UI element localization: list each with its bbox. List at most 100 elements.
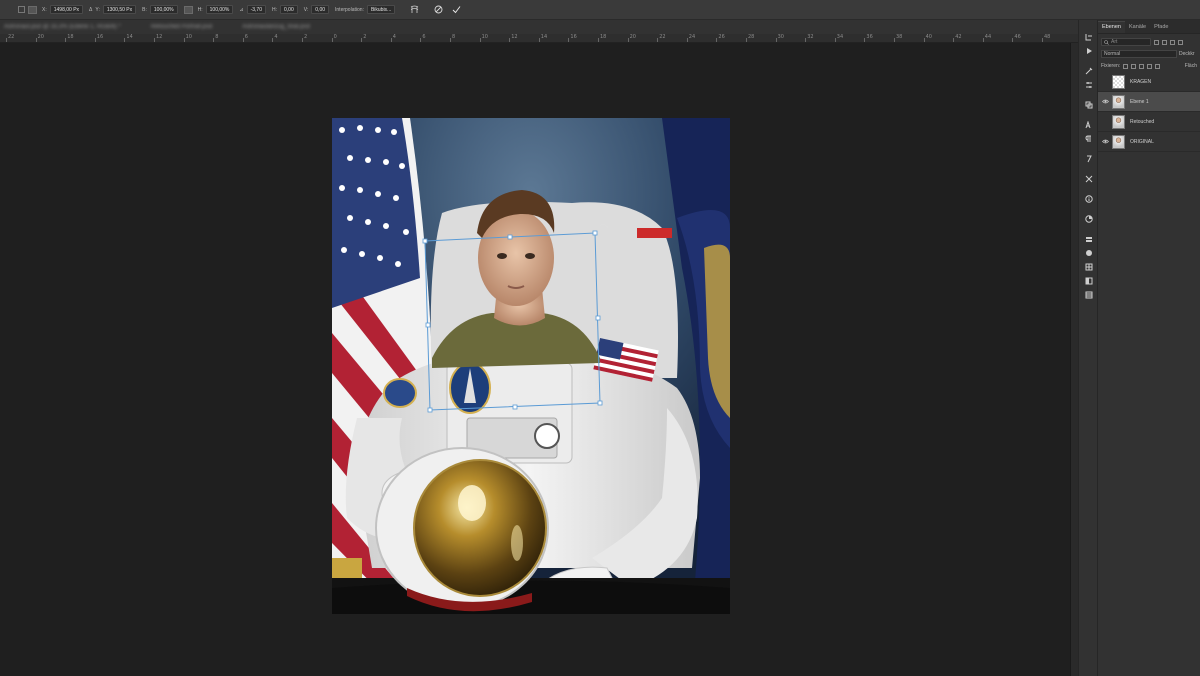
lock-artboard-icon[interactable] [1147, 63, 1153, 69]
hskew-input[interactable]: 0,00 [280, 5, 298, 14]
ruler-tick [894, 38, 895, 42]
ruler-tick-label: 22 [659, 34, 666, 40]
ruler-tick [479, 38, 481, 42]
filter-pixel-icon[interactable] [1154, 39, 1159, 45]
layer-name[interactable]: ORIGINAL [1130, 139, 1154, 145]
layer-thumbnail [1112, 114, 1125, 129]
width-input[interactable]: 100,00% [149, 5, 178, 14]
vskew-input[interactable]: 0,00 [311, 5, 330, 14]
visibility-eye-icon[interactable] [1098, 139, 1112, 144]
ruler-tick-label: 32 [807, 34, 814, 40]
ruler-tick-label: 14 [126, 34, 133, 40]
clone-source-icon[interactable] [1084, 100, 1094, 110]
patterns-icon[interactable] [1084, 262, 1094, 272]
adjustments-icon[interactable] [1084, 80, 1094, 90]
tab-layers[interactable]: Ebenen [1098, 21, 1125, 33]
document-canvas[interactable] [332, 118, 730, 614]
rotation-input[interactable]: -3,70 [246, 5, 266, 14]
swatches-icon[interactable] [1084, 248, 1094, 258]
info-icon[interactable] [1084, 194, 1094, 204]
filter-type-icon[interactable] [1170, 39, 1175, 45]
ruler-tick-label: 48 [1044, 34, 1051, 40]
ruler-tick-label: 34 [836, 34, 844, 40]
interpolation-select[interactable]: Bikubis... [366, 5, 396, 14]
document-tab[interactable]: Astronaut.psd @ 33,3% (Ebene 1, RGB/8) * [4, 24, 121, 30]
lock-all-icon[interactable] [1155, 63, 1161, 69]
layer-row[interactable]: KRAGEN [1098, 72, 1200, 92]
link-icon[interactable] [183, 5, 193, 14]
color-icon[interactable] [1084, 214, 1094, 224]
search-icon [1104, 39, 1109, 45]
y-input[interactable]: 1300,50 Px [102, 5, 137, 14]
ruler-tick-label: 8 [215, 34, 219, 40]
layer-row[interactable]: Retouched [1098, 112, 1200, 132]
ruler-tick-label: 36 [866, 34, 873, 40]
ruler-tick [686, 38, 688, 42]
ruler-tick [982, 38, 984, 42]
ruler-tick-label: 2 [363, 34, 367, 40]
cancel-icon[interactable] [433, 5, 443, 15]
document-tab[interactable]: Astronautanzug_final.psd [242, 24, 310, 30]
lock-label: Fixieren: [1101, 63, 1121, 69]
document-tab[interactable]: Retouched Portrait.psd [151, 24, 212, 30]
ruler-tick-label: 46 [1014, 34, 1021, 40]
ruler-tick-label: 24 [688, 34, 696, 40]
play-actions-icon[interactable] [1084, 46, 1094, 56]
ruler-tick-label: 2 [304, 34, 308, 40]
ruler-tick-label: 38 [896, 34, 903, 40]
reference-point-grid-icon[interactable] [28, 5, 37, 14]
layer-name[interactable]: KRAGEN [1130, 79, 1151, 85]
ruler-tick-label: 28 [748, 34, 755, 40]
ruler-tick-label: 18 [600, 34, 607, 40]
libraries-icon[interactable] [1084, 234, 1094, 244]
ruler-tick [627, 38, 629, 42]
visibility-eye-icon[interactable] [1098, 99, 1112, 104]
ruler-tick-label: 4 [392, 34, 396, 40]
vertical-scrollbar[interactable] [1070, 43, 1078, 676]
tab-channels[interactable]: Kanäle [1125, 24, 1150, 33]
character-icon[interactable] [1084, 120, 1094, 130]
history-icon[interactable] [1084, 32, 1094, 42]
blend-mode-select[interactable]: Normal [1101, 50, 1177, 58]
x-label: X: [42, 6, 47, 13]
height-input[interactable]: 100,00% [205, 5, 234, 14]
gradients-icon[interactable] [1084, 276, 1094, 286]
styles-icon[interactable] [1084, 290, 1094, 300]
layer-search[interactable]: Art [1101, 38, 1151, 46]
brush-settings-icon[interactable] [1084, 66, 1094, 76]
ruler-tick [598, 38, 599, 42]
ruler-tick-label: 30 [777, 34, 784, 40]
ruler-tick-label: 16 [570, 34, 577, 40]
ruler-tick-label: 42 [955, 34, 962, 40]
ruler-tick-label: 22 [8, 34, 15, 40]
x-input[interactable]: 1498,00 Px [49, 5, 84, 14]
lock-transparency-icon[interactable] [1123, 63, 1129, 69]
rotation: ⊿ -3,70 [239, 5, 266, 14]
warp-icon[interactable] [409, 5, 419, 15]
layer-name[interactable]: Retouched [1130, 119, 1154, 125]
lock-pixels-icon[interactable] [1131, 63, 1137, 69]
ruler-tick-label: 10 [481, 34, 488, 40]
ruler-tick [302, 38, 303, 42]
layer-row[interactable]: ORIGINAL [1098, 132, 1200, 152]
lock-position-icon[interactable] [1139, 63, 1145, 69]
tab-paths[interactable]: Pfade [1150, 24, 1172, 33]
ruler-tick-label: 16 [96, 34, 104, 40]
paragraph-icon[interactable] [1084, 134, 1094, 144]
glyphs-icon[interactable] [1084, 154, 1094, 164]
ruler-tick [213, 38, 215, 42]
horizontal-ruler[interactable]: 22 20 18 16 14 12 10 8 6 4 2 0 2 4 6 8 10 12 14 16 18 20 22 24 2… [0, 34, 1078, 43]
filter-adjust-icon[interactable] [1162, 39, 1167, 45]
checkmark-icon[interactable] [451, 5, 461, 15]
ruler-tick [183, 38, 185, 42]
layer-name[interactable]: Ebene 1 [1130, 99, 1149, 105]
layer-list: KRAGEN Ebene 1 Retouched ORIGINAL [1098, 72, 1200, 152]
ruler-tick-label: 40 [925, 34, 932, 40]
layer-search-placeholder: Art [1111, 39, 1118, 45]
canvas-area[interactable] [0, 43, 1070, 676]
layer-row[interactable]: Ebene 1 [1098, 92, 1200, 112]
reference-point-toggle[interactable] [18, 6, 25, 13]
ruler-tick [923, 38, 925, 42]
tools-icon[interactable] [1084, 174, 1094, 184]
filter-shape-icon[interactable] [1178, 39, 1183, 45]
